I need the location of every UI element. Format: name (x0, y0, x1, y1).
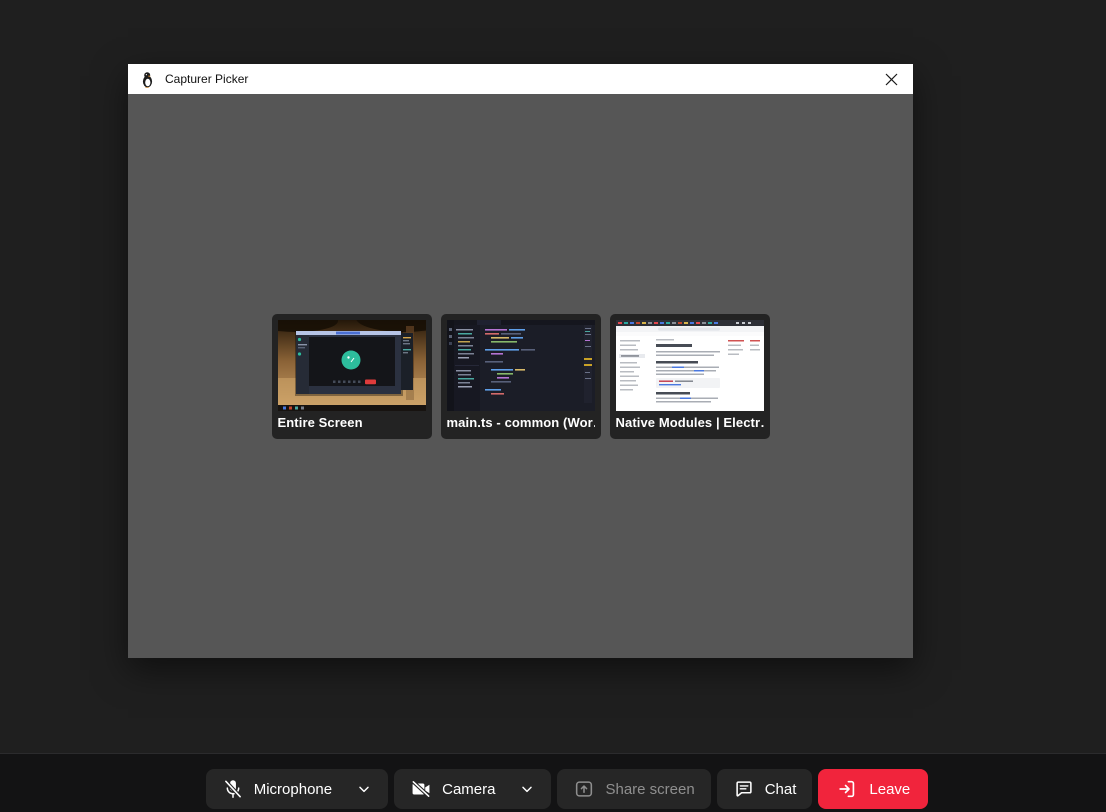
chevron-down-icon (522, 786, 533, 793)
source-list: Entire Screen main.ts - common (Wor… Nat… (128, 94, 913, 658)
source-label: Entire Screen (277, 414, 363, 430)
controls-row: Microphone Camera Share screen Chat Leav… (14, 754, 1106, 809)
camera-label: Camera (442, 780, 496, 798)
microphone-muted-icon (224, 780, 242, 798)
microphone-label: Microphone (253, 780, 333, 798)
entire-screen-thumbnail (277, 319, 426, 411)
dialog-title: Capturer Picker (165, 72, 249, 86)
meeting-app-root: { "dialog": { "title": "Capturer Picker"… (0, 0, 1106, 812)
screen-share-icon (576, 781, 593, 797)
capturer-picker-dialog: Capturer Picker Entire Screen main.ts - … (128, 64, 913, 658)
vscode-window-thumbnail (446, 319, 595, 411)
source-card-browser-window[interactable]: Native Modules | Electr… (609, 313, 770, 439)
share-screen-label: Share screen (605, 780, 695, 798)
chevron-down-icon (359, 786, 369, 793)
leave-label: Leave (869, 780, 911, 798)
browser-window-thumbnail (615, 319, 764, 411)
close-button[interactable] (869, 64, 913, 94)
source-card-vscode-window[interactable]: main.ts - common (Wor… (440, 313, 601, 439)
leave-button[interactable]: Leave (818, 769, 929, 809)
leave-room-icon (839, 780, 855, 798)
camera-button[interactable]: Camera (394, 769, 552, 809)
source-card-entire-screen[interactable]: Entire Screen (271, 313, 432, 439)
dialog-titlebar: Capturer Picker (128, 64, 913, 94)
chat-button[interactable]: Chat (716, 769, 813, 809)
microphone-button[interactable]: Microphone (205, 769, 389, 809)
chat-label: Chat (764, 780, 797, 798)
share-screen-button[interactable]: Share screen (557, 769, 711, 809)
source-label: main.ts - common (Wor… (446, 414, 595, 430)
chat-bubble-icon (736, 781, 752, 797)
camera-muted-icon (412, 780, 431, 798)
close-icon (885, 73, 897, 85)
source-label: Native Modules | Electr… (615, 414, 764, 430)
control-bar: Microphone Camera Share screen Chat Leav… (0, 753, 1106, 812)
penguin-icon (142, 71, 153, 88)
